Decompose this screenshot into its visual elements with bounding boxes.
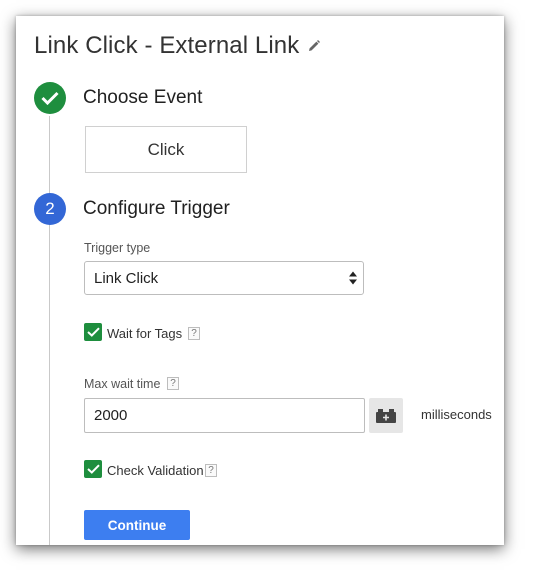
step-title-configure-trigger: Configure Trigger <box>83 198 230 219</box>
wait-for-tags-label[interactable]: Wait for Tags <box>107 326 182 341</box>
check-validation-checkbox[interactable] <box>84 460 102 478</box>
trigger-type-label: Trigger type <box>84 241 151 255</box>
step-title-choose-event[interactable]: Choose Event <box>83 87 202 109</box>
step-complete-marker <box>34 82 66 114</box>
step-connector-line <box>49 116 50 545</box>
trigger-type-select[interactable]: Link Click <box>84 261 364 295</box>
trigger-editor-panel: Link Click - External Link Choose Event … <box>16 16 504 545</box>
event-card[interactable]: Click <box>85 126 247 173</box>
title-row: Link Click - External Link <box>34 32 321 60</box>
max-wait-time-help-icon[interactable]: ? <box>167 377 179 390</box>
max-wait-time-input[interactable] <box>84 398 365 433</box>
checkmark-icon <box>41 91 59 105</box>
wait-for-tags-help-icon[interactable]: ? <box>188 327 200 340</box>
checkmark-icon <box>86 464 100 474</box>
page-title: Link Click - External Link <box>34 32 300 59</box>
variable-picker-button[interactable] <box>369 398 403 433</box>
variable-picker-icon <box>376 408 396 423</box>
continue-button[interactable]: Continue <box>84 510 190 540</box>
max-wait-time-unit: milliseconds <box>421 407 492 422</box>
select-arrows-icon <box>349 271 357 285</box>
pencil-icon[interactable] <box>307 39 321 53</box>
wait-for-tags-checkbox[interactable] <box>84 323 102 341</box>
check-validation-help-icon[interactable]: ? <box>205 464 217 477</box>
max-wait-time-label: Max wait time <box>84 377 161 391</box>
checkmark-icon <box>86 327 100 337</box>
trigger-type-value: Link Click <box>94 269 159 287</box>
check-validation-label[interactable]: Check Validation <box>107 463 204 478</box>
event-value: Click <box>147 139 185 159</box>
step-number-marker: 2 <box>34 193 66 225</box>
